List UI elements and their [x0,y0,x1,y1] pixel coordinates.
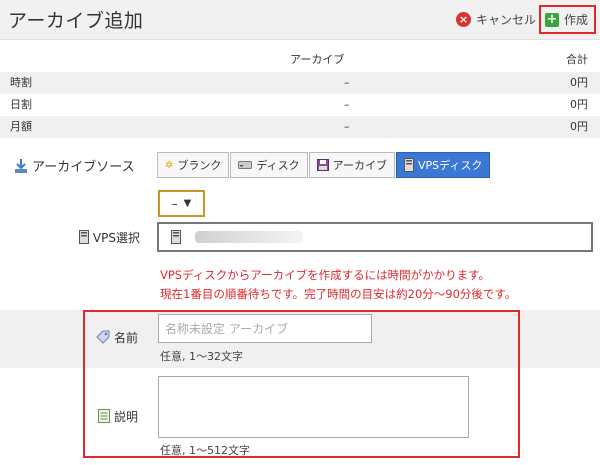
column-header-total: 合計 [566,53,588,66]
page-header: アーカイブ追加 × キャンセル + 作成 [0,0,600,40]
archive-source-label: アーカイブソース [14,156,135,175]
total-price: 0円 [570,120,588,133]
server-icon [403,158,414,172]
description-label: 説明 [0,405,150,427]
download-icon [15,158,27,173]
table-row: 日割 – 0円 [0,94,600,116]
chevron-down-icon: ▼ [183,198,192,209]
disk-icon [238,161,253,169]
server-icon [78,230,89,244]
source-button-group: ✲ ブランク ディスク アーカイブ VPSディスク [157,152,491,178]
total-price: 0円 [570,98,588,111]
description-hint: 任意, 1～512文字 [160,444,250,457]
column-header-archive: アーカイブ [290,53,345,66]
notepad-icon [97,409,110,423]
floppy-icon [316,159,329,171]
cancel-label: キャンセル [476,12,537,27]
row-label: 月額 [10,120,32,133]
archive-price: – [344,120,350,133]
table-row: 時割 – 0円 [0,72,600,94]
source-blank-button[interactable]: ✲ ブランク [157,152,230,178]
archive-price: – [344,98,350,111]
description-textarea[interactable] [158,376,469,438]
table-row: 月額 – 0円 [0,116,600,138]
vps-select-label: VPS選択 [0,224,150,250]
name-label: 名前 [0,326,150,348]
tag-icon [96,330,110,344]
name-hint: 任意, 1～32文字 [160,350,243,363]
warning-message: VPSディスクからアーカイブを作成するには時間がかかります。 現在1番目の順番待… [160,268,517,301]
create-button[interactable]: + 作成 [539,5,596,34]
name-input[interactable] [158,314,372,343]
pricing-header-row: アーカイブ 合計 [0,50,600,70]
source-vps-disk-button[interactable]: VPSディスク [395,152,491,178]
page-title: アーカイブ追加 [8,10,144,32]
row-label: 日割 [10,98,32,111]
total-price: 0円 [570,76,588,89]
vps-select-field[interactable] [157,222,593,252]
blurred-vps-name [195,231,303,243]
source-archive-button[interactable]: アーカイブ [308,152,395,178]
source-disk-button[interactable]: ディスク [230,152,308,178]
create-label: 作成 [564,13,589,27]
server-icon [171,230,181,244]
star-icon: ✲ [165,159,174,171]
row-label: 時割 [10,76,32,89]
cancel-button[interactable]: × キャンセル [456,8,536,30]
vps-filter-select[interactable]: – ▼ [158,190,205,217]
archive-price: – [344,76,350,89]
cancel-icon: × [456,11,471,27]
plus-icon: + [545,11,559,27]
